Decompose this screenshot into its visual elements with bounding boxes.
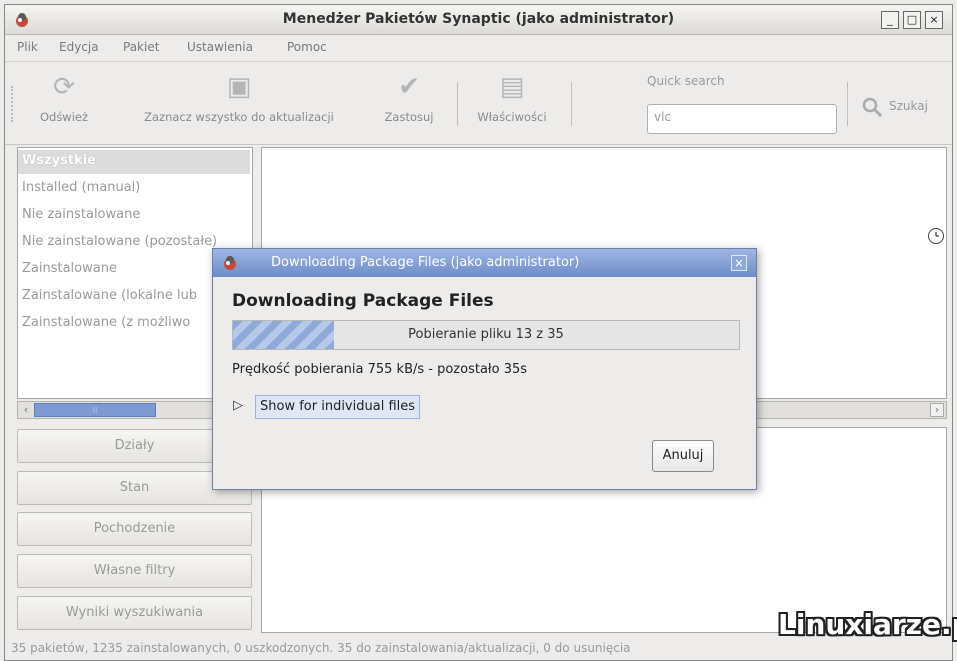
filter-item-installed-manual[interactable]: Installed (manual)	[22, 180, 140, 195]
toolbar-grip	[11, 86, 15, 122]
watermark-logo: Linuxiarze.pl	[778, 608, 957, 641]
progress-text: Pobieranie pliku 13 z 35	[408, 327, 564, 342]
status-bar: 35 pakietów, 1235 zainstalowanych, 0 usz…	[11, 641, 631, 655]
filter-item-installed-local[interactable]: Zainstalowane (lokalne lub	[22, 288, 197, 303]
search-icon	[862, 97, 883, 118]
dialog-heading: Downloading Package Files	[232, 291, 494, 311]
dialog-title: Downloading Package Files (jako administ…	[271, 255, 580, 270]
scroll-thumb[interactable]: ⁝⁝	[34, 403, 156, 417]
reload-label: Odśwież	[39, 110, 89, 124]
properties-icon: ▤	[499, 72, 525, 102]
filter-item-installed-upgradable[interactable]: Zainstalowane (z możliwo	[22, 315, 190, 330]
apply-button[interactable]: ✔ Zastosuj	[371, 68, 447, 138]
menu-edit[interactable]: Edycja	[59, 40, 99, 54]
reload-button[interactable]: ⟳ Odśwież	[27, 68, 101, 138]
dialog-close-button[interactable]: ×	[731, 255, 747, 271]
mark-all-upgrades-button[interactable]: ▣ Zaznacz wszystko do aktualizacji	[109, 68, 369, 138]
window-title: Menedżer Pakietów Synaptic (jako adminis…	[282, 11, 675, 27]
dialog-title-bar: Downloading Package Files (jako administ…	[213, 249, 756, 277]
apply-label: Zastosuj	[384, 110, 434, 124]
menu-help[interactable]: Pomoc	[287, 40, 327, 54]
mark-upgrades-icon: ▣	[226, 72, 252, 102]
filter-item-all[interactable]: Wszystkie	[22, 153, 96, 168]
title-bar: Menedżer Pakietów Synaptic (jako adminis…	[5, 5, 952, 35]
dialog-app-icon	[221, 254, 239, 272]
properties-label: Właściwości	[477, 110, 547, 124]
filter-item-not-installed[interactable]: Nie zainstalowane	[22, 207, 140, 222]
expander-arrow-icon: ▷	[233, 398, 243, 413]
download-progress-bar: Pobieranie pliku 13 z 35	[232, 320, 740, 350]
mark-all-label: Zaznacz wszystko do aktualizacji	[144, 110, 334, 124]
toolbar-separator	[571, 82, 572, 126]
minimize-button[interactable]: _	[881, 11, 899, 29]
group-search-results-button[interactable]: Wyniki wyszukiwania	[17, 596, 252, 630]
quick-search-heading: Quick search	[647, 74, 725, 88]
busy-cursor-icon	[928, 228, 944, 244]
menu-file[interactable]: Plik	[17, 40, 38, 54]
reload-icon: ⟳	[53, 72, 75, 102]
expander-label: Show for individual files	[255, 395, 421, 419]
filter-item-installed[interactable]: Zainstalowane	[22, 261, 117, 276]
menu-bar: Plik Edycja Pakiet Ustawienia Pomoc	[5, 36, 952, 60]
toolbar-separator	[457, 82, 458, 126]
download-speed-text: Prędkość pobierania 755 kB/s - pozostało…	[232, 362, 528, 377]
search-button[interactable]: Szukaj	[861, 94, 947, 120]
quick-search-input[interactable]: vlc	[647, 104, 837, 134]
maximize-button[interactable]: □	[903, 11, 921, 29]
group-custom-filters-button[interactable]: Własne filtry	[17, 554, 252, 588]
menu-settings[interactable]: Ustawienia	[187, 40, 253, 54]
menu-package[interactable]: Pakiet	[123, 40, 159, 54]
checkmark-icon: ✔	[398, 72, 420, 102]
scroll-right-arrow[interactable]: ›	[930, 403, 944, 417]
scroll-left-arrow[interactable]: ‹	[20, 403, 32, 417]
group-origin-button[interactable]: Pochodzenie	[17, 512, 252, 546]
toolbar-separator	[847, 82, 848, 126]
search-button-label: Szukaj	[889, 99, 928, 113]
cancel-button[interactable]: Anuluj	[652, 440, 714, 472]
toolbar: ⟳ Odśwież ▣ Zaznacz wszystko do aktualiz…	[5, 61, 952, 145]
properties-button[interactable]: ▤ Właściwości	[463, 68, 561, 138]
close-button[interactable]: ×	[925, 11, 943, 29]
download-dialog: Downloading Package Files (jako administ…	[212, 248, 757, 490]
filter-item-not-installed-residual[interactable]: Nie zainstalowane (pozostałe)	[22, 234, 217, 249]
